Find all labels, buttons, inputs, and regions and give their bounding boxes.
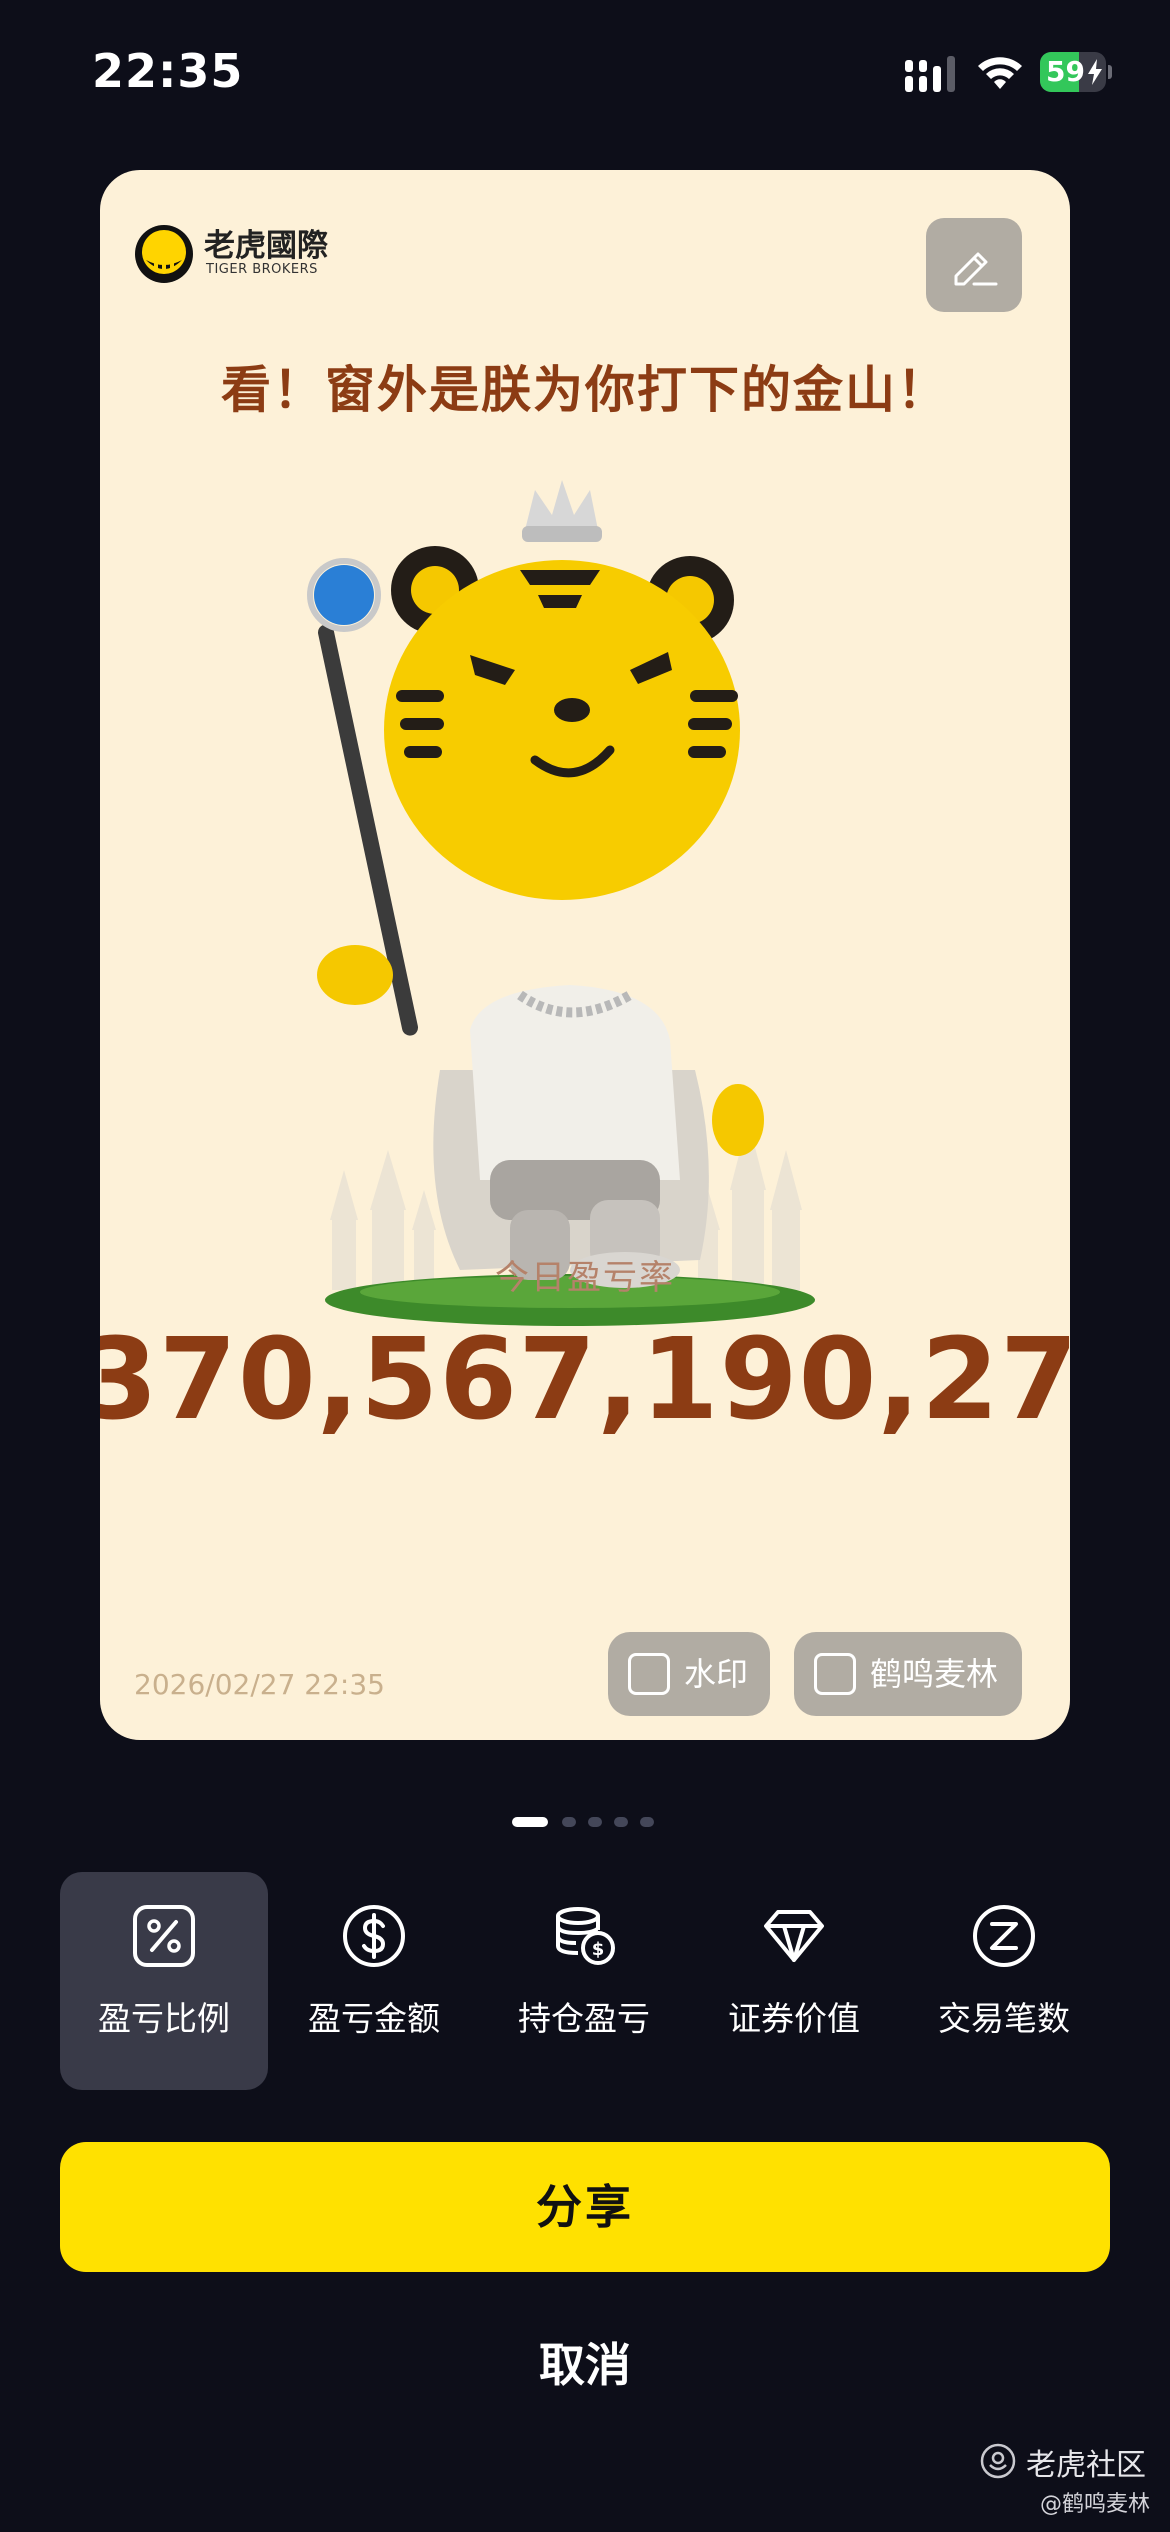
option-label: 盈亏金额: [308, 1999, 440, 2038]
metric-label: 今日盈亏率: [495, 1258, 675, 1298]
logo-name-cn: 老虎國際: [204, 228, 328, 264]
username-checkbox[interactable]: [814, 1653, 856, 1695]
watermark-toggle-label: 水印: [684, 1655, 749, 1693]
z-circle-icon: [973, 1905, 1035, 1967]
option-trade-count[interactable]: 交易笔数: [900, 1872, 1108, 2090]
option-position-profit[interactable]: $ 持仓盈亏: [480, 1872, 688, 2090]
share-card: 老虎國際 TIGER BROKERS 看！窗外是朕为你打下的金山！ 今日盈亏率 …: [100, 170, 1070, 1740]
page-indicator: [512, 1817, 672, 1827]
page-dot[interactable]: [512, 1817, 548, 1827]
svg-text:$: $: [592, 1939, 605, 1960]
page-dot[interactable]: [614, 1817, 628, 1827]
dollar-icon: [343, 1905, 405, 1967]
option-securities-value[interactable]: 证券价值: [690, 1872, 898, 2090]
coins-stack-icon: $: [556, 1907, 615, 1965]
page-dot[interactable]: [562, 1817, 576, 1827]
card-headline: 看！窗外是朕为你打下的金山！: [221, 361, 949, 419]
metric-value: 370,567,190,279,4: [100, 1315, 1070, 1445]
tiger-king-mascot-illustration: [307, 480, 815, 1326]
watermark-user: @鹤鸣麦林: [1040, 2492, 1151, 2517]
cancel-button[interactable]: 取消: [435, 2320, 735, 2410]
username-toggle-label: 鹤鸣麦林: [870, 1655, 999, 1693]
watermark-brand: 老虎社区: [1026, 2448, 1146, 2483]
option-label: 证券价值: [728, 1999, 860, 2038]
card-timestamp: 2026/02/27 22:35: [134, 1668, 385, 1701]
cellular-signal-icon: [905, 56, 955, 92]
tiger-community-logo-icon: [980, 2443, 1016, 2479]
share-screen: 22:35 59 老虎國際 TIGER BROKERS 看！窗外是朕为你打下的金…: [0, 0, 1170, 2532]
username-toggle[interactable]: 鹤鸣麦林: [794, 1632, 1022, 1716]
page-dot[interactable]: [588, 1817, 602, 1827]
battery-icon: 59: [1040, 52, 1112, 92]
option-profit-amount[interactable]: 盈亏金额: [270, 1872, 478, 2090]
option-label: 交易笔数: [938, 1999, 1070, 2038]
option-label: 持仓盈亏: [518, 1999, 650, 2038]
share-button[interactable]: 分享: [60, 2142, 1110, 2272]
edit-pencil-icon: [954, 252, 998, 286]
option-label: 盈亏比例: [98, 1999, 230, 2038]
watermark-checkbox[interactable]: [628, 1653, 670, 1695]
percent-icon: [133, 1905, 195, 1967]
tiger-brokers-logo: 老虎國際 TIGER BROKERS: [134, 218, 334, 288]
logo-name-en: TIGER BROKERS: [206, 262, 318, 277]
status-bar: 22:35 59: [0, 0, 1170, 150]
tiger-logo-icon: [135, 225, 193, 283]
edit-button[interactable]: [926, 218, 1022, 312]
wifi-icon: [978, 57, 1022, 89]
watermark-toggle[interactable]: 水印: [608, 1632, 770, 1716]
charging-bolt-icon: [1088, 59, 1102, 85]
diamond-icon: [764, 1910, 824, 1962]
page-dot[interactable]: [640, 1817, 654, 1827]
option-profit-ratio[interactable]: 盈亏比例: [60, 1872, 268, 2090]
status-time: 22:35: [92, 44, 244, 98]
